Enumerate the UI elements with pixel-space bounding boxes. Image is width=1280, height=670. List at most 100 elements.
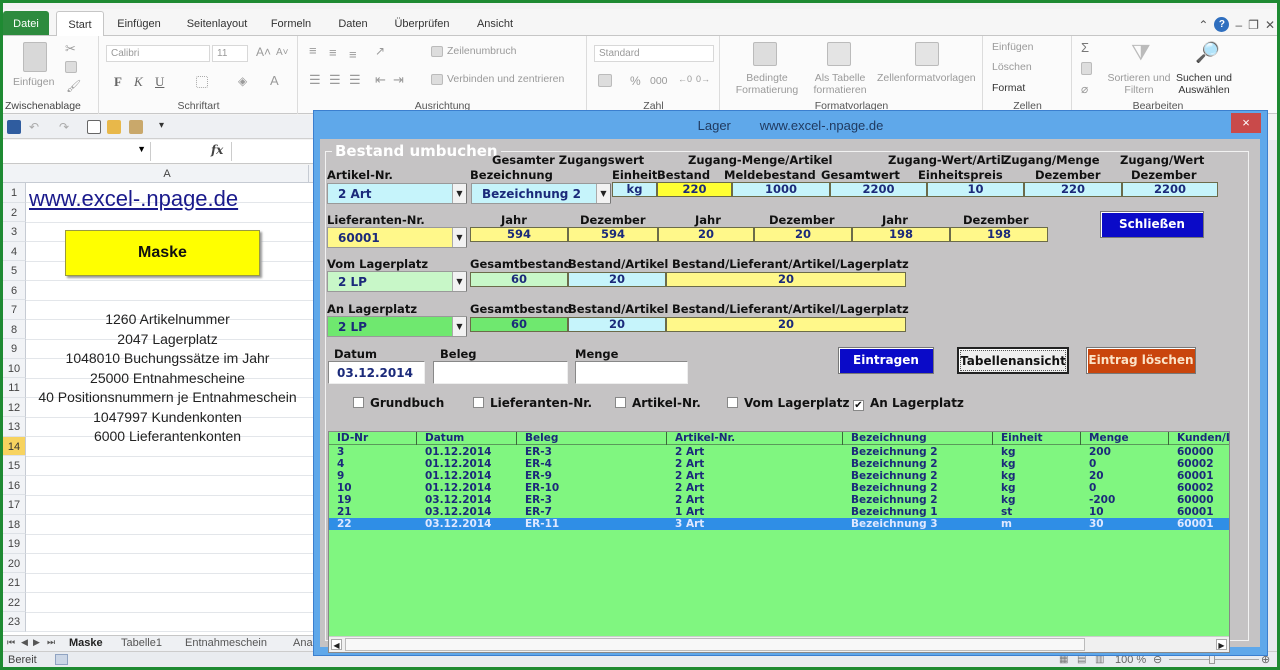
wrap-text-button[interactable]: Zeilenumbruch	[447, 45, 516, 57]
align-center-icon[interactable]: ☰	[329, 72, 341, 88]
tab-datei[interactable]: Datei	[3, 11, 49, 35]
help-icon[interactable]: ?	[1214, 17, 1230, 32]
collapse-ribbon-icon[interactable]: ⌃	[1198, 18, 1208, 32]
lieferant-dropdown[interactable]: 60001 ▼	[327, 227, 467, 248]
underline-button[interactable]: U	[155, 74, 164, 90]
list-horizontal-scrollbar[interactable]: ◀ ▶	[329, 636, 1229, 652]
outdent-icon[interactable]: ⇥	[393, 72, 404, 88]
paste-button[interactable]: Einfügen	[13, 76, 54, 88]
cell-a10[interactable]: 25000 Entnahmescheine	[26, 370, 309, 386]
conditional-format-button[interactable]: Bedingte Formatierung	[729, 72, 805, 96]
row-header[interactable]: 1	[3, 183, 26, 203]
column-header-a[interactable]: A	[26, 165, 309, 183]
paste-icon[interactable]	[23, 42, 47, 72]
sort-filter-icon[interactable]: ⧩	[1131, 40, 1151, 66]
scrollbar-thumb[interactable]	[345, 638, 1085, 651]
an-lagerplatz-dropdown[interactable]: 2 LP ▼	[327, 316, 467, 337]
percent-button[interactable]: %	[630, 74, 641, 88]
preview-icon[interactable]	[87, 120, 101, 134]
cell-styles-button[interactable]: Zellenformatvorlagen	[877, 72, 976, 84]
grow-font-icon[interactable]: A˄	[256, 45, 271, 59]
column-header-kunden[interactable]: Kunden/Li	[1169, 432, 1229, 445]
row-header[interactable]: 7	[3, 300, 26, 320]
merge-icon[interactable]	[431, 74, 443, 85]
list-row[interactable]: 9 01.12.2014 ER-9 2 Art Bezeichnung 2 kg 20 600…	[329, 470, 1229, 482]
checkmark-icon[interactable]: ✔	[853, 400, 864, 411]
cut-icon[interactable]: ✂	[65, 41, 76, 57]
format-as-table-icon[interactable]	[827, 42, 851, 66]
row-header[interactable]: 12	[3, 397, 26, 417]
sheet-tab-tabelle1[interactable]: Tabelle1	[121, 637, 162, 649]
conditional-format-icon[interactable]	[753, 42, 777, 66]
booking-list[interactable]: ID-Nr Datum Beleg Artikel-Nr. Bezeichnun…	[328, 431, 1230, 653]
font-name-combo[interactable]: Calibri	[106, 45, 210, 62]
row-header[interactable]: 11	[3, 378, 26, 398]
customize-qat-icon[interactable]: ▾	[159, 120, 173, 134]
format-cells-button[interactable]: Format	[992, 82, 1025, 94]
tab-ueberpruefen[interactable]: Überprüfen	[387, 13, 457, 35]
artikel-dropdown[interactable]: 2 Art ▼	[327, 183, 467, 204]
shrink-font-icon[interactable]: A˅	[276, 47, 289, 58]
formula-input[interactable]	[231, 142, 315, 161]
column-header-id[interactable]: ID-Nr	[329, 432, 417, 445]
restore-icon[interactable]: ❐	[1248, 18, 1259, 32]
redo-icon[interactable]: ↷	[59, 120, 73, 134]
align-top-icon[interactable]: ≡	[309, 43, 317, 58]
sheet-vertical-scrollbar[interactable]	[1268, 140, 1277, 651]
insert-cells-button[interactable]: Einfügen	[992, 41, 1033, 53]
font-color-icon[interactable]: A	[270, 73, 279, 88]
align-middle-icon[interactable]: ≡	[329, 45, 337, 60]
align-right-icon[interactable]: ☰	[349, 72, 361, 88]
checkbox-vom-lagerplatz[interactable]: Vom Lagerplatz	[727, 396, 849, 410]
checkbox-grundbuch[interactable]: Grundbuch	[353, 396, 444, 410]
row-header[interactable]: 23	[3, 612, 26, 632]
copy-icon[interactable]	[65, 61, 77, 73]
sheet-tab-ana[interactable]: Ana	[293, 637, 313, 649]
list-row[interactable]: 10 01.12.2014 ER-10 2 Art Bezeichnung 2 kg 0 60…	[329, 482, 1229, 494]
row-header[interactable]: 15	[3, 456, 26, 476]
undo-icon[interactable]: ↶	[29, 120, 43, 134]
currency-icon[interactable]	[598, 74, 612, 87]
binoculars-icon[interactable]: 🔎	[1195, 40, 1220, 65]
row-header[interactable]: 13	[3, 417, 26, 437]
chevron-down-icon[interactable]: ▼	[596, 184, 611, 203]
row-header[interactable]: 17	[3, 495, 26, 515]
format-painter-icon[interactable]: 🖌	[66, 79, 81, 93]
indent-icon[interactable]: ⇤	[375, 72, 386, 88]
name-box[interactable]: ▼	[3, 142, 151, 161]
checkbox-lieferanten-nr[interactable]: Lieferanten-Nr.	[473, 396, 592, 410]
column-header-bezeichnung[interactable]: Bezeichnung	[843, 432, 993, 445]
list-row[interactable]: 4 01.12.2014 ER-4 2 Art Bezeichnung 2 kg 0 6000…	[329, 458, 1229, 470]
align-bottom-icon[interactable]: ≡	[349, 47, 357, 62]
format-as-table-button[interactable]: Als Tabelle formatieren	[807, 72, 873, 96]
chevron-down-icon[interactable]: ▼	[452, 317, 467, 336]
border-icon[interactable]	[196, 76, 208, 88]
prev-sheet-icon[interactable]: ◀	[21, 637, 28, 648]
macro-record-icon[interactable]	[55, 654, 68, 665]
first-sheet-icon[interactable]: ⏮	[7, 637, 15, 648]
checkbox-box[interactable]	[615, 397, 626, 408]
row-header[interactable]: 21	[3, 573, 26, 593]
merge-center-button[interactable]: Verbinden und zentrieren	[447, 73, 564, 85]
delete-cells-button[interactable]: Löschen	[992, 61, 1032, 73]
beleg-input[interactable]	[433, 361, 568, 384]
sheet-tab-maske[interactable]: Maske	[69, 637, 103, 649]
checkbox-box[interactable]	[353, 397, 364, 408]
fill-icon[interactable]	[1081, 62, 1092, 75]
scroll-right-icon[interactable]: ▶	[1216, 639, 1227, 650]
list-row[interactable]: 19 03.12.2014 ER-3 2 Art Bezeichnung 2 kg -200…	[329, 494, 1229, 506]
orientation-icon[interactable]: ↗	[375, 44, 385, 58]
align-left-icon[interactable]: ☰	[309, 72, 321, 88]
cell-a9[interactable]: 1048010 Buchungssätze im Jahr	[26, 350, 309, 366]
checkbox-box[interactable]	[473, 397, 484, 408]
list-row[interactable]: 21 03.12.2014 ER-7 1 Art Bezeichnung 1 st 10 60…	[329, 506, 1229, 518]
schliessen-button[interactable]: Schließen	[1100, 211, 1204, 238]
row-header[interactable]: 5	[3, 261, 26, 281]
row-header[interactable]: 10	[3, 358, 26, 378]
row-header[interactable]: 14	[3, 436, 26, 456]
vom-lagerplatz-dropdown[interactable]: 2 LP ▼	[327, 271, 467, 292]
row-header[interactable]: 6	[3, 280, 26, 300]
tab-einfuegen[interactable]: Einfügen	[111, 13, 167, 35]
checkbox-box[interactable]	[727, 397, 738, 408]
column-header-artikel[interactable]: Artikel-Nr.	[667, 432, 843, 445]
